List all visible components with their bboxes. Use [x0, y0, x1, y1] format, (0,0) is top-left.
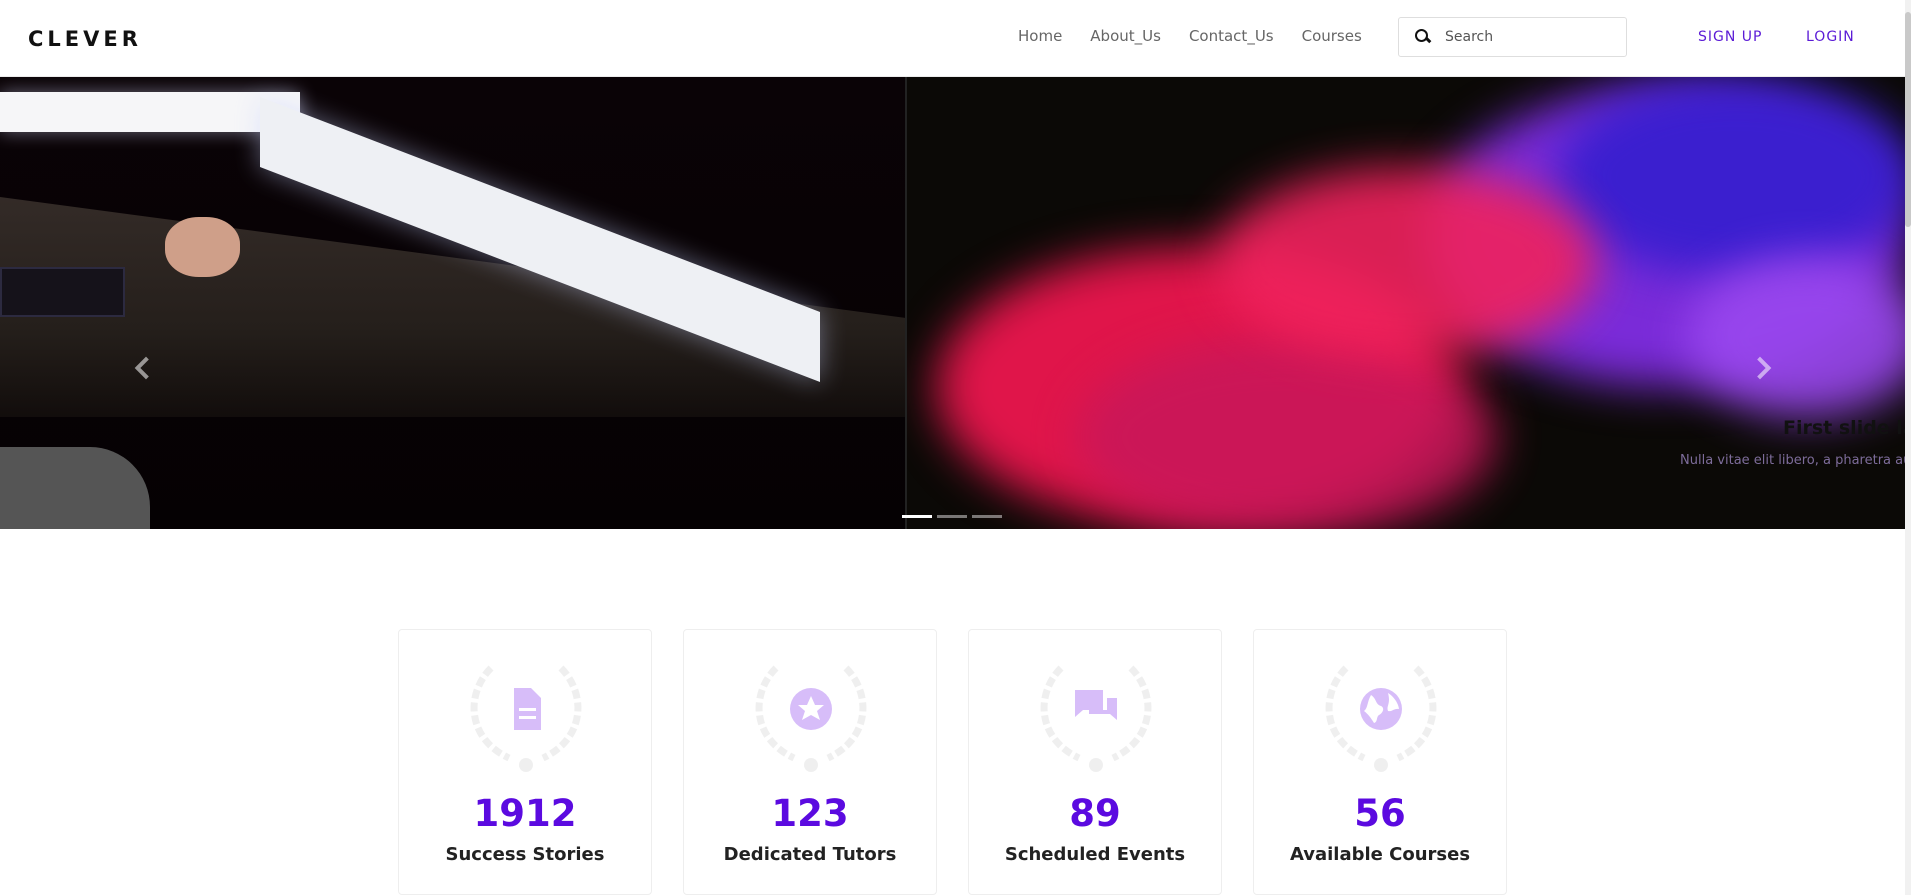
- smoke-shape: [1076, 337, 1496, 529]
- top-navbar: CLEVER Home About_Us Contact_Us Courses …: [0, 0, 1905, 77]
- stat-label: Scheduled Events: [1004, 844, 1186, 865]
- sleeve-shape: [0, 447, 150, 529]
- carousel-indicator[interactable]: [972, 515, 1002, 518]
- stat-label: Available Courses: [1289, 844, 1471, 865]
- stat-value: 123: [771, 792, 849, 835]
- monitor-screen: [0, 92, 300, 132]
- smoke-shape: [1216, 167, 1596, 357]
- nav-home-link[interactable]: Home: [1018, 27, 1062, 45]
- laurel-document-icon: [470, 665, 582, 772]
- brand-logo[interactable]: CLEVER: [28, 27, 142, 51]
- carousel-caption-title: First slide la: [1783, 417, 1905, 439]
- carousel-indicator[interactable]: [937, 515, 967, 518]
- stat-card: 123 Dedicated Tutors: [683, 629, 937, 895]
- stat-value: 89: [1069, 792, 1121, 835]
- hero-carousel: First slide la Nulla vitae elit libero, …: [0, 77, 1905, 529]
- stat-value: 1912: [473, 792, 577, 835]
- search-input[interactable]: [1445, 29, 1615, 45]
- smoke-shape: [1556, 77, 1905, 277]
- hand-shape: [165, 217, 240, 277]
- smoke-shape: [1686, 257, 1905, 417]
- stat-card: 56 Available Courses: [1253, 629, 1507, 895]
- stats-section: 1912 Success Stories 123 Dedicated Tutor…: [398, 629, 1507, 895]
- keyboard-shape: [0, 267, 125, 317]
- login-button[interactable]: LOGIN: [1806, 29, 1855, 45]
- stat-card: 1912 Success Stories: [398, 629, 652, 895]
- main-nav: Home About_Us Contact_Us Courses: [1018, 27, 1362, 45]
- search-icon: [1415, 29, 1431, 45]
- stat-label: Success Stories: [445, 844, 605, 865]
- signup-button[interactable]: SIGN UP: [1698, 29, 1762, 45]
- laurel-star-icon: [755, 665, 867, 772]
- page-scrollbar[interactable]: [1905, 0, 1911, 895]
- nav-courses-link[interactable]: Courses: [1302, 27, 1362, 45]
- laurel-chat-icon: [1040, 665, 1152, 772]
- scrollbar-thumb[interactable]: [1905, 12, 1911, 227]
- laurel-globe-icon: [1325, 665, 1437, 772]
- carousel-caption-text: Nulla vitae elit libero, a pharetra au: [1680, 453, 1905, 468]
- slide-divider: [905, 77, 907, 529]
- stat-card: 89 Scheduled Events: [968, 629, 1222, 895]
- carousel-slide-workspace-image: [0, 77, 906, 529]
- stat-label: Dedicated Tutors: [723, 844, 897, 865]
- search-box: [1398, 17, 1627, 57]
- nav-about-link[interactable]: About_Us: [1090, 27, 1161, 45]
- nav-contact-link[interactable]: Contact_Us: [1189, 27, 1274, 45]
- stat-value: 56: [1354, 792, 1406, 835]
- carousel-indicator[interactable]: [902, 515, 932, 518]
- carousel-indicators: [902, 515, 1002, 518]
